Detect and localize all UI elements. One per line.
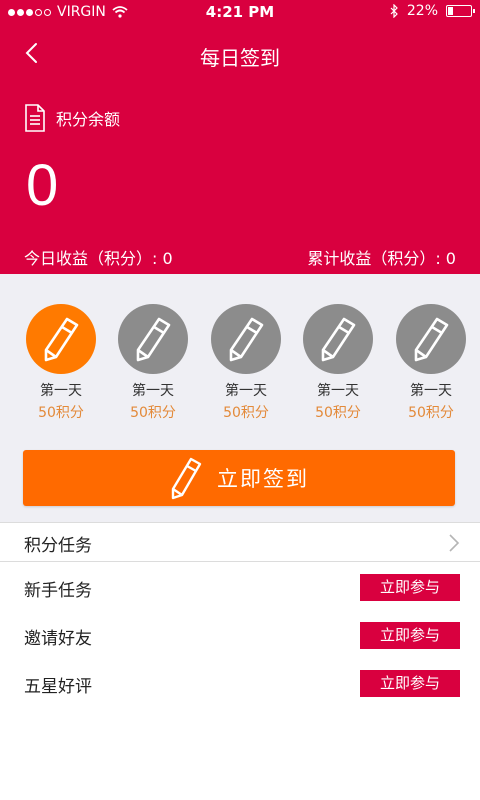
chevron-right-icon [449,534,460,552]
earnings-row: 今日收益（积分）: 0 累计收益（积分）: 0 [24,245,456,269]
day-pencil-icon [26,304,96,374]
day-pencil-icon [396,304,466,374]
page-title: 每日签到 [200,46,280,70]
day-name: 第一天 [225,383,267,399]
day-item: 第一天 50积分 [386,304,476,422]
day-points: 50积分 [38,405,84,421]
battery-percent: 22% [406,3,438,19]
task-label: 邀请好友 [24,629,92,649]
document-icon [25,104,45,132]
day-name: 第一天 [132,383,174,399]
task-row-review: 五星好评 立即参与 [0,658,480,706]
day-item: 第一天 50积分 [293,304,383,422]
sign-in-label: 立即签到 [217,467,309,491]
day-points: 50积分 [315,405,361,421]
day-name: 第一天 [317,383,359,399]
day-name: 第一天 [40,383,82,399]
pencil-icon [171,457,202,500]
status-bar: VIRGIN 4:21 PM 22% [0,0,480,24]
task-row-newbie: 新手任务 立即参与 [0,562,480,610]
join-button[interactable]: 立即参与 [360,622,460,649]
today-earnings: 今日收益（积分）: 0 [24,249,173,268]
day-list: 第一天 50积分 第一天 50积分 第一天 50积分 第一天 50积分 第一天 50积分 [0,304,480,424]
balance-label-row: 积分余额 [24,104,120,132]
total-earnings: 累计收益（积分）: 0 [307,249,456,268]
day-name: 第一天 [410,383,452,399]
task-row-invite: 邀请好友 立即参与 [0,610,480,658]
balance-value: 0 [26,153,59,218]
balance-label: 积分余额 [56,110,121,129]
day-item: 第一天 50积分 [201,304,291,422]
day-item: 第一天 50积分 [16,304,106,422]
day-item: 第一天 50积分 [108,304,198,422]
day-pencil-icon [211,304,281,374]
join-button[interactable]: 立即参与 [360,670,460,697]
day-points: 50积分 [223,405,269,421]
header-panel: VIRGIN 4:21 PM 22% 每日签到 积分余额 0 今日收益（积分）:… [0,0,480,274]
task-label: 五星好评 [24,677,92,697]
tasks-header[interactable]: 积分任务 [0,522,480,562]
day-points: 50积分 [130,405,176,421]
task-label: 新手任务 [24,581,92,601]
join-button[interactable]: 立即参与 [360,574,460,601]
day-points: 50积分 [408,405,454,421]
nav-bar: 每日签到 [0,30,480,76]
day-pencil-icon [303,304,373,374]
bluetooth-icon [390,4,398,18]
day-pencil-icon [118,304,188,374]
tasks-header-label: 积分任务 [24,536,92,556]
sign-in-button[interactable]: 立即签到 [23,450,455,506]
checkin-area: 第一天 50积分 第一天 50积分 第一天 50积分 第一天 50积分 第一天 50积分 立即签到 [0,274,480,522]
battery-icon [446,5,475,17]
task-list: 积分任务 新手任务 立即参与 邀请好友 立即参与 五星好评 立即参与 [0,522,480,706]
